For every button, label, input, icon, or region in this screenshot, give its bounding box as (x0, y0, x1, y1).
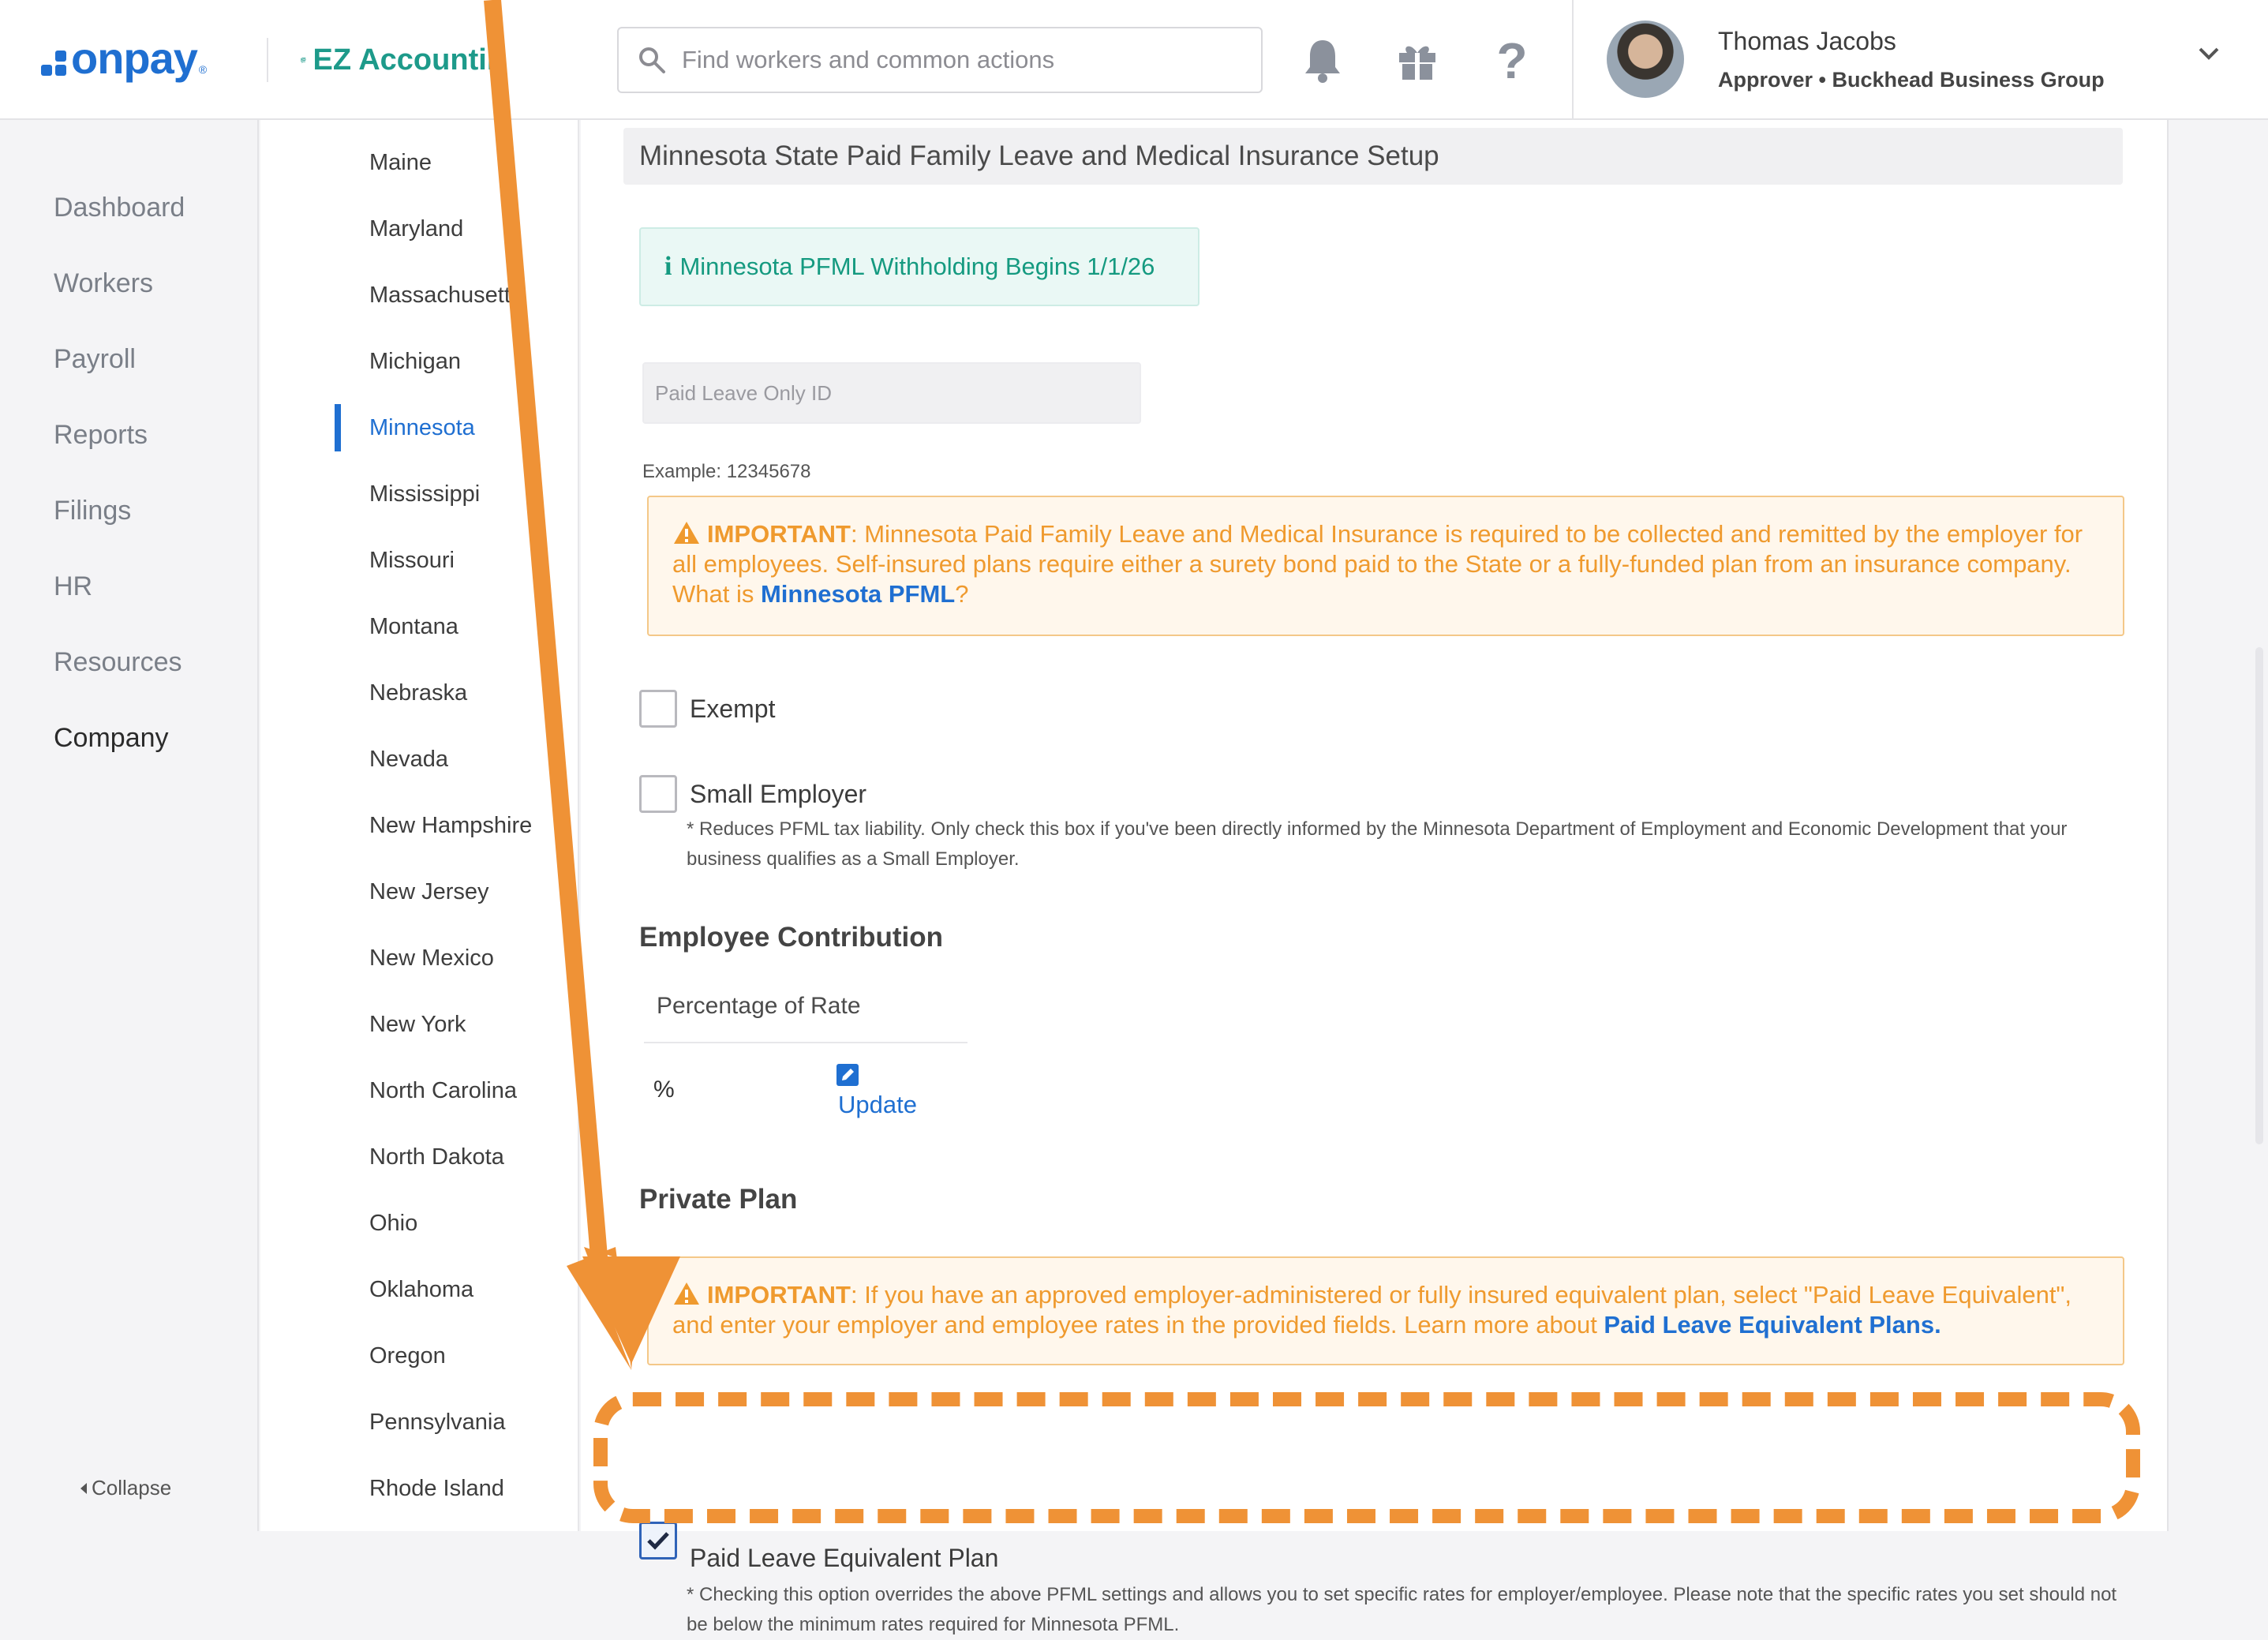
state-item[interactable]: Montana (369, 614, 458, 640)
example-text: Example: 12345678 (642, 461, 811, 482)
help-icon[interactable]: ? (1487, 35, 1537, 85)
paid-leave-id-input[interactable] (642, 362, 1141, 424)
state-active-indicator (335, 404, 341, 451)
small-employer-note: * Reduces PFML tax liability. Only check… (687, 818, 2068, 870)
withholding-info-banner: i Minnesota PFML Withholding Begins 1/1/… (639, 227, 1199, 306)
warning-icon (674, 1282, 699, 1305)
state-item[interactable]: Mississippi (369, 481, 480, 507)
update-link[interactable]: Update (838, 1091, 917, 1119)
percentage-value: % (653, 1076, 675, 1103)
state-item[interactable]: Massachusetts (369, 283, 522, 309)
onpay-logo-text: onpay (71, 32, 198, 83)
nav-workers[interactable]: Workers (54, 268, 153, 299)
small-employer-label: Small Employer (690, 780, 867, 808)
checkmark-icon (647, 1532, 669, 1550)
paid-leave-equivalent-checkbox[interactable] (639, 1522, 677, 1559)
info-icon: i (664, 252, 672, 281)
user-role: Approver • Buckhead Business Group (1718, 68, 2105, 92)
nav-reports[interactable]: Reports (54, 420, 148, 451)
nav-resources[interactable]: Resources (54, 647, 182, 678)
notifications-bell-icon[interactable] (1297, 35, 1348, 85)
small-employer-checkbox[interactable] (639, 775, 677, 813)
scrollbar[interactable] (2255, 647, 2263, 1144)
private-plan-title: Private Plan (639, 1184, 798, 1215)
partner-logo-icon (300, 57, 306, 63)
state-item[interactable]: New Hampshire (369, 813, 532, 839)
svg-text:?: ? (1496, 37, 1527, 83)
logo-divider (267, 38, 268, 82)
state-item-minnesota[interactable]: Minnesota (369, 415, 475, 441)
state-item[interactable]: Maryland (369, 216, 463, 242)
nav-hr[interactable]: HR (54, 571, 92, 602)
private-plan-important-notice: IMPORTANT: If you have an approved emplo… (647, 1256, 2124, 1365)
search-input[interactable] (680, 45, 1233, 75)
section-title: Minnesota State Paid Family Leave and Me… (623, 128, 2123, 185)
state-item[interactable]: Ohio (369, 1211, 417, 1237)
search-bar[interactable] (617, 27, 1263, 93)
state-item[interactable]: Oregon (369, 1343, 446, 1369)
gift-icon[interactable] (1392, 35, 1443, 85)
state-item[interactable]: Oklahoma (369, 1277, 473, 1303)
paid-leave-equivalent-plans-link[interactable]: Paid Leave Equivalent Plans. (1604, 1311, 1941, 1339)
nav-payroll[interactable]: Payroll (54, 344, 136, 375)
state-item[interactable]: North Carolina (369, 1078, 517, 1104)
search-icon (639, 47, 665, 73)
pfml-setup-panel: Minnesota State Paid Family Leave and Me… (581, 120, 2169, 1635)
nav-filings[interactable]: Filings (54, 496, 131, 526)
top-bar: onpay ® EZ Accountin ? Thomas Jacobs App… (0, 0, 2268, 120)
state-item[interactable]: Rhode Island (369, 1476, 504, 1502)
warning-icon (674, 522, 699, 544)
state-item[interactable]: Michigan (369, 349, 461, 375)
paid-leave-equivalent-label: Paid Leave Equivalent Plan (690, 1544, 999, 1572)
state-item[interactable]: New Jersey (369, 879, 489, 905)
exempt-label: Exempt (690, 695, 776, 723)
exempt-checkbox[interactable] (639, 690, 677, 728)
nav-company[interactable]: Company (54, 723, 169, 754)
highlight-annotation (593, 1392, 2140, 1523)
paid-leave-equivalent-note: * Checking this option overrides the abo… (687, 1584, 2117, 1635)
state-item[interactable]: North Dakota (369, 1144, 504, 1170)
main-sidebar: Dashboard Workers Payroll Reports Filing… (0, 120, 259, 1531)
user-name: Thomas Jacobs (1718, 27, 1896, 55)
chevron-down-icon[interactable] (2197, 46, 2221, 66)
collapse-sidebar-button[interactable]: Collapse (80, 1476, 171, 1500)
minnesota-pfml-link[interactable]: Minnesota PFML (761, 580, 955, 608)
state-item[interactable]: New Mexico (369, 945, 494, 972)
pfml-important-notice: IMPORTANT: Minnesota Paid Family Leave a… (647, 496, 2124, 636)
state-item[interactable]: New York (369, 1012, 466, 1038)
user-avatar[interactable] (1607, 21, 1684, 98)
employee-contribution-title: Employee Contribution (639, 922, 943, 953)
state-item[interactable]: Pennsylvania (369, 1410, 506, 1436)
state-item[interactable]: Nevada (369, 747, 448, 773)
nav-dashboard[interactable]: Dashboard (54, 193, 185, 223)
percentage-of-rate-header: Percentage of Rate (644, 993, 967, 1043)
chevron-left-icon (80, 1482, 87, 1494)
onpay-logo-mark (41, 51, 66, 76)
state-list: Maine Maryland Massachusetts Michigan Mi… (260, 120, 579, 1531)
partner-logo-text: EZ Accountin (313, 43, 505, 77)
state-item[interactable]: Maine (369, 150, 432, 176)
edit-icon[interactable] (836, 1064, 859, 1086)
partner-logo[interactable]: EZ Accountin (300, 35, 505, 85)
state-item[interactable]: Missouri (369, 548, 455, 574)
onpay-logo[interactable]: onpay ® (41, 30, 207, 85)
state-item[interactable]: Nebraska (369, 680, 467, 706)
